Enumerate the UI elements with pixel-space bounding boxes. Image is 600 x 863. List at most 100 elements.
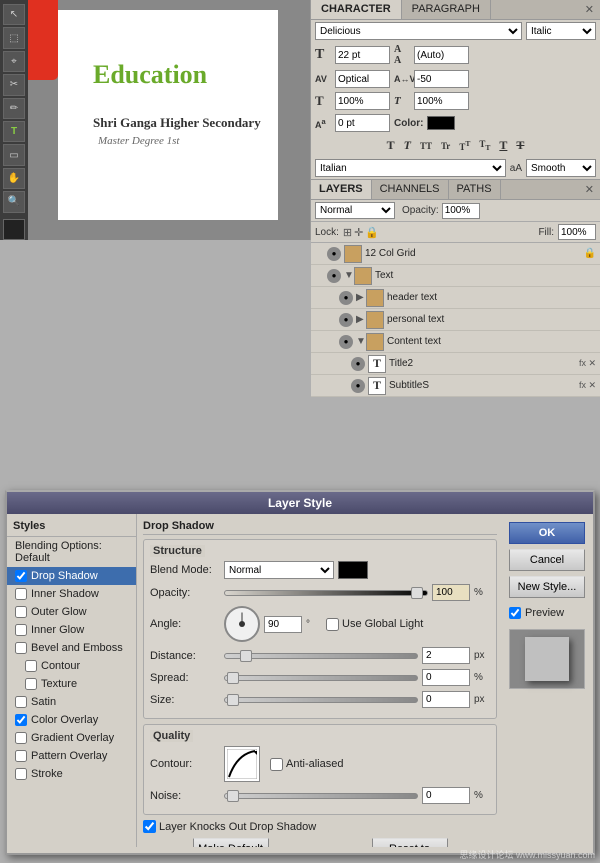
anti-alias-checkbox[interactable] <box>270 758 283 771</box>
ok-button[interactable]: OK <box>509 522 585 544</box>
panel-close-btn[interactable]: ✕ <box>579 0 600 19</box>
angle-input[interactable] <box>264 616 302 633</box>
lock-all-icon[interactable]: 🔒 <box>365 226 379 239</box>
checkbox-bevel[interactable] <box>15 642 27 654</box>
opacity-slider[interactable] <box>224 590 428 596</box>
style-inner-glow[interactable]: Inner Glow <box>7 621 136 639</box>
italic-btn[interactable]: T <box>402 137 413 154</box>
checkbox-stroke[interactable] <box>15 768 27 780</box>
size-input[interactable] <box>422 691 470 708</box>
anti-alias-select[interactable]: Smooth <box>526 159 596 177</box>
spread-slider[interactable] <box>224 675 418 681</box>
tool-color[interactable] <box>3 219 25 240</box>
noise-slider-thumb[interactable] <box>227 790 239 802</box>
distance-input[interactable] <box>422 647 470 664</box>
layer-item-subtitle5[interactable]: ● T SubtitleS fx ✕ <box>311 375 600 397</box>
size-slider-thumb[interactable] <box>227 694 239 706</box>
checkbox-texture[interactable] <box>25 678 37 690</box>
expand-content[interactable]: ▼ <box>356 336 366 347</box>
preview-checkbox[interactable] <box>509 607 521 619</box>
color-swatch[interactable] <box>427 116 455 130</box>
global-light-checkbox[interactable] <box>326 618 339 631</box>
checkbox-inner-glow[interactable] <box>15 624 27 636</box>
checkbox-contour[interactable] <box>25 660 37 672</box>
scale-v-input[interactable] <box>335 92 390 110</box>
tab-channels[interactable]: CHANNELS <box>372 180 449 199</box>
blend-mode-select-dialog[interactable]: Normal <box>224 561 334 579</box>
lock-px-icon[interactable]: ⊞ <box>343 226 352 239</box>
shadow-color-swatch[interactable] <box>338 561 368 579</box>
tab-layers[interactable]: LAYERS <box>311 180 372 199</box>
tool-type[interactable]: T <box>3 121 25 142</box>
strike-btn[interactable]: T <box>514 137 526 154</box>
baseline-input[interactable] <box>335 114 390 132</box>
layers-panel-close[interactable]: ✕ <box>579 180 600 199</box>
super-btn[interactable]: TT <box>457 138 472 153</box>
style-outer-glow[interactable]: Outer Glow <box>7 603 136 621</box>
blend-mode-select[interactable]: Normal <box>315 202 395 219</box>
new-style-button[interactable]: New Style... <box>509 576 585 598</box>
tool-crop[interactable]: ✂ <box>3 74 25 95</box>
font-style-select[interactable]: Italic <box>526 22 596 40</box>
layer-item-personal[interactable]: ● ▶ personal text <box>311 309 600 331</box>
checkbox-outer-glow[interactable] <box>15 606 27 618</box>
opacity-input-dialog[interactable] <box>432 584 470 601</box>
size-slider[interactable] <box>224 697 418 703</box>
layer-knocks-checkbox[interactable] <box>143 820 156 833</box>
style-stroke[interactable]: Stroke <box>7 765 136 783</box>
tool-brush[interactable]: ✏ <box>3 98 25 119</box>
style-satin[interactable]: Satin <box>7 693 136 711</box>
font-size-input[interactable] <box>335 46 390 64</box>
tab-paths[interactable]: PATHS <box>449 180 501 199</box>
language-select[interactable]: Italian <box>315 159 506 177</box>
checkbox-inner-shadow[interactable] <box>15 588 27 600</box>
scale-h-input[interactable] <box>414 92 469 110</box>
checkbox-gradient-overlay[interactable] <box>15 732 27 744</box>
eye-icon-title2[interactable]: ● <box>351 357 365 371</box>
layer-item-grid[interactable]: ● 12 Col Grid 🔒 <box>311 243 600 265</box>
reset-default-button[interactable]: Reset to Default <box>372 838 448 847</box>
spread-slider-thumb[interactable] <box>227 672 239 684</box>
style-bevel[interactable]: Bevel and Emboss <box>7 639 136 657</box>
eye-icon-content[interactable]: ● <box>339 335 353 349</box>
tool-shape[interactable]: ▭ <box>3 144 25 165</box>
style-contour[interactable]: Contour <box>7 657 136 675</box>
layer-item-content[interactable]: ● ▼ Content text <box>311 331 600 353</box>
expand-personal[interactable]: ▶ <box>356 314 366 325</box>
kerning-select[interactable] <box>335 70 390 88</box>
cancel-button[interactable]: Cancel <box>509 549 585 571</box>
tracking-input[interactable] <box>414 70 469 88</box>
style-drop-shadow[interactable]: Drop Shadow <box>7 567 136 585</box>
tool-zoom[interactable]: 🔍 <box>3 191 25 212</box>
lock-pos-icon[interactable]: ✛ <box>354 226 363 239</box>
checkbox-satin[interactable] <box>15 696 27 708</box>
bold-btn[interactable]: T <box>385 137 397 154</box>
style-blending[interactable]: Blending Options: Default <box>7 537 136 567</box>
fill-input[interactable] <box>558 224 596 240</box>
make-default-button[interactable]: Make Default <box>193 838 269 847</box>
anti-alias-label[interactable]: Anti-aliased <box>270 758 343 771</box>
angle-dial[interactable] <box>224 606 260 642</box>
eye-icon-text[interactable]: ● <box>327 269 341 283</box>
noise-slider[interactable] <box>224 793 418 799</box>
style-texture[interactable]: Texture <box>7 675 136 693</box>
tool-move[interactable]: ↖ <box>3 4 25 25</box>
style-gradient-overlay[interactable]: Gradient Overlay <box>7 729 136 747</box>
eye-icon-subtitle5[interactable]: ● <box>351 379 365 393</box>
under-btn[interactable]: T <box>497 137 509 154</box>
layer-item-header[interactable]: ● ▶ header text <box>311 287 600 309</box>
tool-lasso[interactable]: ⌖ <box>3 51 25 72</box>
noise-input[interactable] <box>422 787 470 804</box>
sub-btn[interactable]: TT <box>477 138 492 153</box>
style-inner-shadow[interactable]: Inner Shadow <box>7 585 136 603</box>
eye-icon-personal[interactable]: ● <box>339 313 353 327</box>
distance-slider[interactable] <box>224 653 418 659</box>
layer-item-text[interactable]: ● ▼ Text <box>311 265 600 287</box>
distance-slider-thumb[interactable] <box>240 650 252 662</box>
layer-knocks-label[interactable]: Layer Knocks Out Drop Shadow <box>143 820 316 833</box>
eye-icon-grid[interactable]: ● <box>327 247 341 261</box>
leading-input[interactable] <box>414 46 469 64</box>
checkbox-pattern-overlay[interactable] <box>15 750 27 762</box>
tab-character[interactable]: CHARACTER <box>311 0 402 19</box>
style-color-overlay[interactable]: Color Overlay <box>7 711 136 729</box>
